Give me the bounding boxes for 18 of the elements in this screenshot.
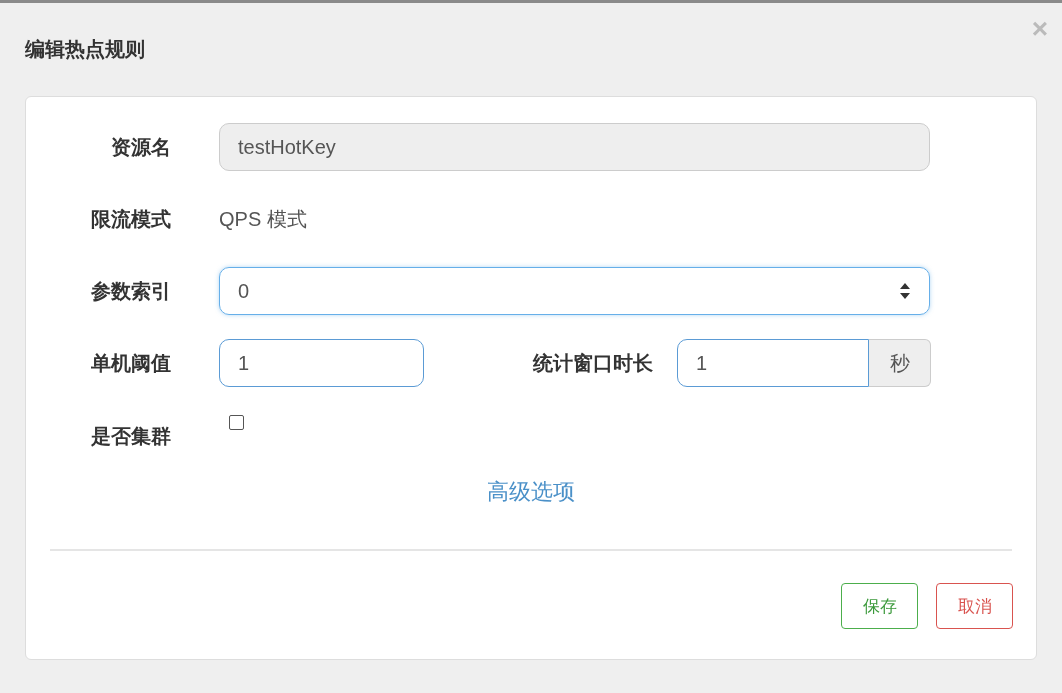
cancel-button[interactable]: 取消 [936,583,1013,629]
field-label: 资源名 [110,134,171,160]
field-label: 统计窗口时长 [533,350,653,376]
resource-name-field[interactable]: testHotKey [219,123,930,171]
save-button[interactable]: 保存 [841,583,918,629]
field-label: 参数索引 [90,278,171,304]
field-label: 是否集群 [90,424,171,449]
advanced-options-link[interactable]: 高级选项 [487,477,575,507]
mode-text: QPS 模式 [219,206,307,232]
field-label: 限流模式 [90,206,171,232]
field-label: 单机阈值 [90,350,171,376]
cluster-checkbox[interactable] [229,415,244,430]
spinner-icon[interactable] [899,282,911,300]
window-input[interactable]: 1 [677,339,869,387]
threshold-input[interactable]: 1 [219,339,424,387]
unit-addon: 秒 [869,339,931,387]
dialog-title: 编辑热点规则 [25,37,145,62]
number-input[interactable]: 0 [219,267,930,315]
